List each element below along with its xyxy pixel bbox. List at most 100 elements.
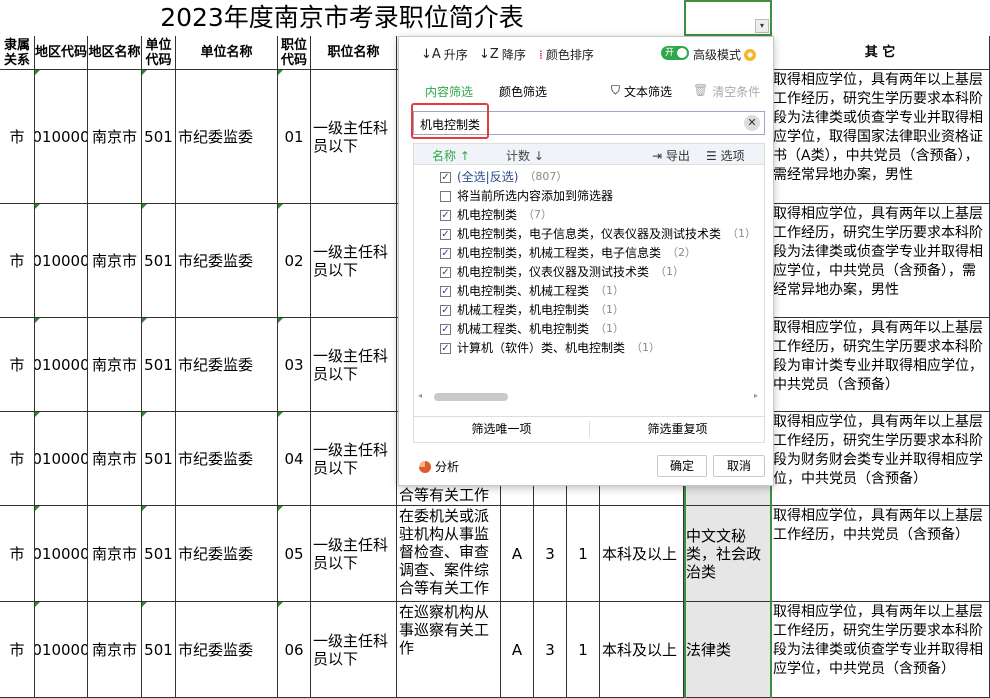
list-item[interactable]: 将当前所选内容添加到筛选器 (440, 187, 619, 205)
list-item[interactable]: ✓ 机电控制类，电子信息类，仪表仪器及测试技术类 （1） (440, 225, 756, 243)
analysis-button[interactable]: 分析 (419, 458, 459, 475)
cell-unit-code[interactable]: 501 (142, 318, 176, 412)
clear-search-icon[interactable]: ✕ (744, 115, 760, 131)
header-rel[interactable]: 隶属关系 (0, 36, 35, 70)
cell-area-name[interactable]: 南京市 (88, 70, 142, 204)
ok-button[interactable]: 确定 (657, 455, 707, 477)
cell-other[interactable]: 取得相应学位，具有两年以上基层工作经历，研究生学历要求本科阶段为法律类或侦查学专… (771, 602, 990, 698)
filter-value-list[interactable]: 名称 ↑ 计数 ↓ ⇥ 导出 ☰ 选项 ✓ (全选|反选) （807） 将当前所选内容… (413, 143, 765, 417)
header-unit-name[interactable]: 单位名称 (176, 36, 278, 70)
cell-n1[interactable]: 3 (534, 506, 567, 602)
clear-conditions-button[interactable]: 🗑 清空条件 (693, 83, 760, 100)
cell-area-name[interactable]: 南京市 (88, 318, 142, 412)
scrollbar-thumb[interactable] (434, 393, 508, 401)
list-item[interactable]: ✓ 机械工程类，机电控制类 （1） (440, 301, 624, 319)
cell-area-name[interactable]: 南京市 (88, 602, 142, 698)
cell-area-code[interactable]: 010000 (35, 318, 88, 412)
advanced-mode-toggle[interactable]: 开 (661, 46, 689, 60)
cell-unit-code[interactable]: 501 (142, 204, 176, 318)
cell-unit-code[interactable]: 501 (142, 412, 176, 506)
cell-unit-name[interactable]: 市纪委监委 (176, 70, 278, 204)
list-item[interactable]: ✓ 机电控制类，仪表仪器及测试技术类 （1） (440, 263, 684, 281)
filter-unique-button[interactable]: 筛选唯一项 (414, 417, 589, 441)
horizontal-scrollbar[interactable]: ◂ ▸ (418, 390, 758, 404)
tab-color-filter[interactable]: 颜色筛选 (499, 83, 547, 100)
cell-rel[interactable]: 市 (0, 204, 35, 318)
cell-pos-name[interactable]: 一级主任科员以下 (311, 318, 397, 412)
cell-rel[interactable]: 市 (0, 412, 35, 506)
cell-unit-name[interactable]: 市纪委监委 (176, 318, 278, 412)
cell-pos-name[interactable]: 一级主任科员以下 (311, 70, 397, 204)
cell-pos-code[interactable]: 01 (278, 70, 311, 204)
checkbox-checked-icon[interactable]: ✓ (440, 209, 451, 221)
scroll-right-icon[interactable]: ▸ (754, 391, 758, 400)
header-other[interactable]: 其 它 (771, 36, 990, 70)
filter-dropdown-button[interactable]: ▾ (755, 19, 769, 33)
scroll-left-icon[interactable]: ◂ (418, 391, 422, 400)
checkbox-unchecked-icon[interactable] (440, 190, 451, 202)
list-item[interactable]: ✓ (全选|反选) （807） (440, 168, 567, 186)
cell-cat[interactable]: A (501, 506, 534, 602)
cell-unit-name[interactable]: 市纪委监委 (176, 506, 278, 602)
filter-search-input[interactable] (418, 113, 722, 135)
cell-major[interactable]: 中文文秘类，社会政治类 (684, 506, 771, 602)
cell-area-code[interactable]: 010000 (35, 412, 88, 506)
cell-n2[interactable]: 1 (567, 506, 600, 602)
text-filter-button[interactable]: ⛉ 文本筛选 (611, 83, 672, 100)
checkbox-checked-icon[interactable]: ✓ (440, 342, 451, 354)
cell-area-name[interactable]: 南京市 (88, 412, 142, 506)
list-item[interactable]: ✓ 机电控制类 （7） (440, 206, 552, 224)
cell-other[interactable]: 取得相应学位，具有两年以上基层工作经历，研究生学历要求本科阶段为财务财会类专业并… (771, 412, 990, 506)
cell-unit-code[interactable]: 501 (142, 602, 176, 698)
cell-unit-code[interactable]: 501 (142, 70, 176, 204)
cancel-button[interactable]: 取消 (713, 455, 765, 477)
header-pos-name[interactable]: 职位名称 (311, 36, 397, 70)
filter-panel[interactable]: ↓A 升序 ↓Z 降序 ⁞ 颜色排序 开 高级模式 ◆ 内容筛选 颜色筛选 ⛉ … (398, 36, 774, 486)
cell-major[interactable]: 法律类 (684, 602, 771, 698)
header-unit-code[interactable]: 单位代码 (142, 36, 176, 70)
cell-desc[interactable]: 在委机关或派驻机构从事监督检查、审查调查、案件综合等有关工作 (397, 506, 501, 602)
cell-unit-code[interactable]: 501 (142, 506, 176, 602)
cell-area-code[interactable]: 010000 (35, 602, 88, 698)
cell-rel[interactable]: 市 (0, 506, 35, 602)
header-area-name[interactable]: 地区名称 (88, 36, 142, 70)
cell-pos-code[interactable]: 04 (278, 412, 311, 506)
filter-search-box[interactable]: ✕ (413, 111, 765, 135)
list-item[interactable]: ✓ 机电控制类，机械工程类，电子信息类 （2） (440, 244, 696, 262)
cell-other[interactable]: 取得相应学位，具有两年以上基层工作经历，中共党员（含预备） (771, 506, 990, 602)
checkbox-checked-icon[interactable]: ✓ (440, 266, 451, 278)
checkbox-checked-icon[interactable]: ✓ (440, 247, 451, 259)
cell-area-code[interactable]: 010000 (35, 70, 88, 204)
color-sort-button[interactable]: ⁞ 颜色排序 (539, 46, 594, 63)
cell-unit-name[interactable]: 市纪委监委 (176, 204, 278, 318)
selected-cell[interactable]: ▾ (684, 0, 772, 36)
cell-desc[interactable]: 在巡察机构从事巡察有关工作 (397, 602, 501, 698)
cell-edu[interactable]: 本科及以上 (600, 602, 684, 698)
list-item[interactable]: ✓ 计算机（软件）类、机电控制类 （1） (440, 339, 660, 357)
cell-pos-code[interactable]: 06 (278, 602, 311, 698)
list-item[interactable]: ✓ 机电控制类、机械工程类 （1） (440, 282, 624, 300)
cell-unit-name[interactable]: 市纪委监委 (176, 412, 278, 506)
cell-area-code[interactable]: 010000 (35, 204, 88, 318)
cell-pos-code[interactable]: 05 (278, 506, 311, 602)
sort-desc-button[interactable]: ↓Z 降序 (479, 46, 526, 63)
export-button[interactable]: ⇥ 导出 (652, 147, 690, 164)
cell-pos-name[interactable]: 一级主任科员以下 (311, 602, 397, 698)
cell-unit-name[interactable]: 市纪委监委 (176, 602, 278, 698)
header-pos-code[interactable]: 职位代码 (278, 36, 311, 70)
checkbox-checked-icon[interactable]: ✓ (440, 228, 451, 240)
sort-by-count-button[interactable]: 计数 ↓ (506, 147, 544, 164)
cell-pos-name[interactable]: 一级主任科员以下 (311, 506, 397, 602)
cell-n2[interactable]: 1 (567, 602, 600, 698)
filter-duplicate-button[interactable]: 筛选重复项 (590, 417, 765, 441)
cell-pos-code[interactable]: 03 (278, 318, 311, 412)
cell-other[interactable]: 取得相应学位，具有两年以上基层工作经历，研究生学历要求本科阶段为法律类或侦查学专… (771, 70, 990, 204)
cell-rel[interactable]: 市 (0, 318, 35, 412)
cell-pos-code[interactable]: 02 (278, 204, 311, 318)
header-area-code[interactable]: 地区代码 (35, 36, 88, 70)
options-button[interactable]: ☰ 选项 (706, 147, 745, 164)
list-item[interactable]: ✓ 机械工程类、机电控制类 （1） (440, 320, 624, 338)
cell-pos-name[interactable]: 一级主任科员以下 (311, 412, 397, 506)
cell-other[interactable]: 取得相应学位，具有两年以上基层工作经历，研究生学历要求本科阶段为法律类或侦查学专… (771, 204, 990, 318)
cell-other[interactable]: 取得相应学位，具有两年以上基层工作经历，研究生学历要求本科阶段为审计类专业并取得… (771, 318, 990, 412)
